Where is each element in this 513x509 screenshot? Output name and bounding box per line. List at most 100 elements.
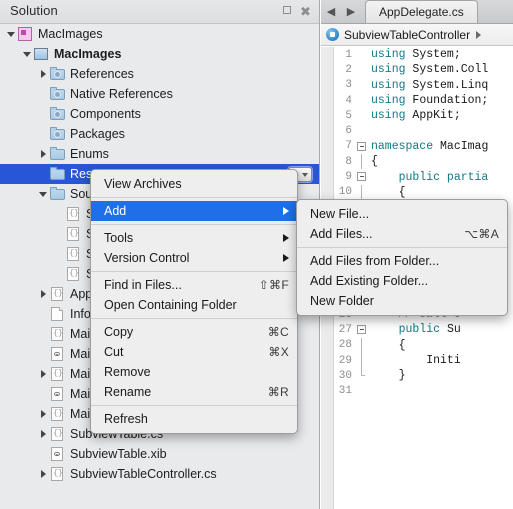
solution-icon bbox=[18, 27, 34, 41]
menu-item-tools[interactable]: Tools bbox=[91, 228, 297, 248]
disclosure-triangle-icon[interactable] bbox=[38, 408, 50, 420]
menu-separator bbox=[91, 224, 297, 225]
menu-item-add[interactable]: Add bbox=[91, 201, 297, 221]
fold-toggle-icon[interactable] bbox=[355, 169, 369, 184]
add-submenu[interactable]: New File... Add Files... ⌥⌘A Add Files from… bbox=[296, 199, 508, 316]
fold-guide bbox=[355, 154, 369, 170]
tree-row[interactable]: Packages bbox=[0, 124, 319, 144]
solution-pad-header: Solution ✖ bbox=[0, 0, 319, 24]
menu-separator bbox=[297, 247, 507, 248]
fold-guide bbox=[355, 184, 369, 200]
line-number: 1 bbox=[345, 48, 352, 61]
xib-file-icon bbox=[50, 347, 66, 361]
fold-guide bbox=[355, 384, 369, 399]
tree-row-label: MacImages bbox=[54, 47, 122, 61]
tree-row[interactable]: Enums bbox=[0, 144, 319, 164]
tree-row-label: Packages bbox=[70, 127, 125, 141]
menu-item-rename[interactable]: Rename ⌘R bbox=[91, 382, 297, 402]
fold-guide bbox=[355, 123, 369, 138]
disclosure-triangle-icon[interactable] bbox=[38, 468, 50, 480]
breadcrumb: SubviewTableController bbox=[321, 24, 513, 46]
submenu-item-add-existing-folder[interactable]: Add Existing Folder... bbox=[297, 271, 507, 291]
disclosure-triangle-icon[interactable] bbox=[38, 368, 50, 380]
menu-item-label: View Archives bbox=[104, 177, 182, 191]
line-number: 3 bbox=[345, 79, 352, 92]
disclosure-triangle-icon[interactable] bbox=[38, 188, 50, 200]
nav-back-icon[interactable]: ◀ bbox=[321, 0, 341, 24]
fold-toggle-icon[interactable] bbox=[355, 322, 369, 337]
menu-item-shortcut: ⌘C bbox=[267, 325, 289, 339]
folder-icon bbox=[50, 187, 66, 201]
menu-item-open-containing-folder[interactable]: Open Containing Folder bbox=[91, 295, 297, 315]
code-text: using System.Coll bbox=[371, 63, 489, 77]
menu-item-label: Version Control bbox=[104, 251, 190, 265]
close-icon[interactable]: ✖ bbox=[299, 5, 312, 18]
tab-appdelegate-cs[interactable]: AppDelegate.cs bbox=[365, 0, 478, 23]
submenu-item-new-file[interactable]: New File... bbox=[297, 204, 507, 224]
menu-item-label: Add Files from Folder... bbox=[310, 254, 440, 268]
tree-row[interactable]: SubviewTableController.cs bbox=[0, 464, 319, 484]
tree-row[interactable]: Native References bbox=[0, 84, 319, 104]
fold-guide bbox=[355, 78, 369, 93]
tree-row[interactable]: MacImages bbox=[0, 24, 319, 44]
line-number: 2 bbox=[345, 63, 352, 76]
code-line: 2 using System.Coll bbox=[321, 62, 513, 77]
gear-icon bbox=[54, 131, 61, 138]
nav-forward-icon[interactable]: ▶ bbox=[341, 0, 361, 24]
menu-item-version-control[interactable]: Version Control bbox=[91, 248, 297, 268]
menu-separator bbox=[91, 197, 297, 198]
menu-item-label: Open Containing Folder bbox=[104, 298, 237, 312]
mono-develop-window: Solution ✖ MacImages MacImages References N… bbox=[0, 0, 513, 509]
menu-item-label: Remove bbox=[104, 365, 151, 379]
menu-item-remove[interactable]: Remove bbox=[91, 362, 297, 382]
code-line: 28 { bbox=[321, 337, 513, 353]
plist-file-icon bbox=[50, 307, 66, 321]
menu-item-view-archives[interactable]: View Archives bbox=[91, 174, 297, 194]
tree-row[interactable]: MacImages bbox=[0, 44, 319, 64]
gear-icon bbox=[54, 71, 61, 78]
menu-separator bbox=[91, 318, 297, 319]
fold-guide bbox=[355, 337, 369, 353]
context-menu[interactable]: View Archives Add Tools Version Control Find… bbox=[90, 169, 298, 434]
code-text: { bbox=[398, 185, 406, 199]
disclosure-triangle-icon[interactable] bbox=[38, 428, 50, 440]
minimize-icon[interactable] bbox=[280, 5, 293, 18]
fold-guide bbox=[355, 108, 369, 123]
disclosure-triangle-icon[interactable] bbox=[6, 28, 18, 40]
csharp-file-icon bbox=[50, 407, 66, 421]
menu-item-find-in-files[interactable]: Find in Files... ⇧⌘F bbox=[91, 275, 297, 295]
code-text: { bbox=[371, 155, 378, 169]
menu-item-label: Add Existing Folder... bbox=[310, 274, 429, 288]
code-line: 30 } bbox=[321, 368, 513, 383]
tree-row[interactable]: SubviewTable.xib bbox=[0, 444, 319, 464]
tree-row[interactable]: References bbox=[0, 64, 319, 84]
code-line: 6 bbox=[321, 123, 513, 138]
fold-toggle-icon[interactable] bbox=[355, 139, 369, 154]
fold-guide bbox=[355, 352, 369, 369]
line-number: 10 bbox=[338, 186, 352, 199]
menu-item-cut[interactable]: Cut ⌘X bbox=[91, 342, 297, 362]
tree-row[interactable]: Components bbox=[0, 104, 319, 124]
code-line: 29 Initi bbox=[321, 352, 513, 369]
fold-guide bbox=[355, 93, 369, 108]
menu-item-label: Copy bbox=[104, 325, 134, 339]
disclosure-triangle-icon[interactable] bbox=[38, 288, 50, 300]
disclosure-triangle-icon[interactable] bbox=[38, 68, 50, 80]
breadcrumb-class[interactable]: SubviewTableController bbox=[344, 28, 470, 42]
menu-item-copy[interactable]: Copy ⌘C bbox=[91, 322, 297, 342]
disclosure-triangle-icon[interactable] bbox=[22, 48, 34, 60]
menu-item-label: Refresh bbox=[104, 412, 148, 426]
menu-item-label: Find in Files... bbox=[104, 278, 182, 292]
code-line: 4 using Foundation; bbox=[321, 93, 513, 108]
line-number: 28 bbox=[338, 339, 352, 352]
submenu-item-add-files[interactable]: Add Files... ⌥⌘A bbox=[297, 224, 507, 244]
submenu-item-new-folder[interactable]: New Folder bbox=[297, 291, 507, 311]
menu-item-refresh[interactable]: Refresh bbox=[91, 409, 297, 429]
line-number: 30 bbox=[338, 369, 352, 382]
disclosure-triangle-icon[interactable] bbox=[38, 148, 50, 160]
submenu-item-add-files-from-folder[interactable]: Add Files from Folder... bbox=[297, 251, 507, 271]
